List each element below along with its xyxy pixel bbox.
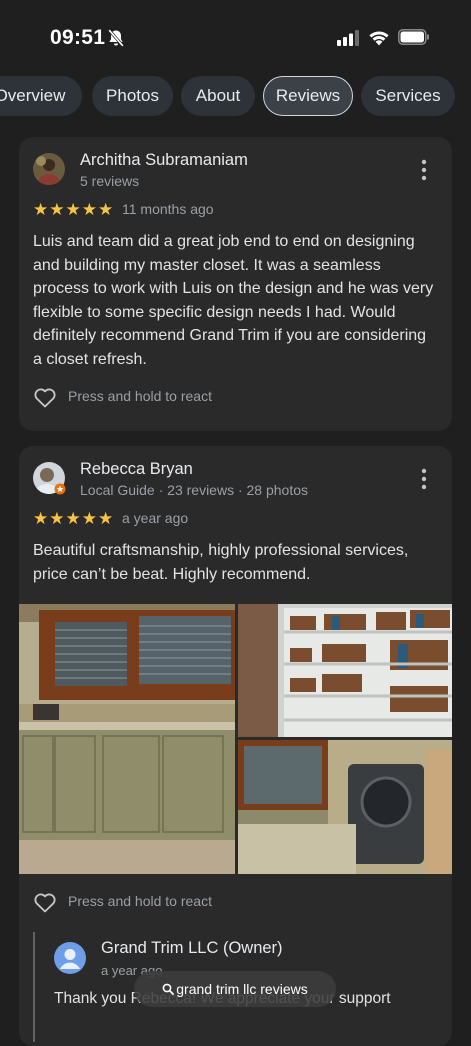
place-tabs: Overview Photos About Reviews Services	[0, 76, 471, 118]
owner-avatar-icon	[54, 942, 86, 974]
react-button[interactable]: Press and hold to react	[33, 890, 253, 916]
review-photo[interactable]	[238, 604, 452, 737]
review-card: Architha Subramaniam 5 reviews ★★★★★ 11 …	[19, 137, 452, 431]
search-icon	[162, 983, 175, 995]
react-label: Press and hold to react	[68, 388, 212, 404]
reply-divider	[33, 932, 35, 1042]
reviewer-meta: Local Guide · 23 reviews · 28 photos	[80, 482, 309, 498]
more-vert-icon[interactable]	[421, 468, 427, 490]
reviewer-name[interactable]: Architha Subramaniam	[80, 151, 248, 170]
owner-name: Grand Trim LLC (Owner)	[101, 939, 283, 957]
signal-icon	[337, 30, 359, 46]
react-button[interactable]: Press and hold to react	[33, 385, 253, 411]
star-rating: ★★★★★	[33, 509, 115, 528]
status-time: 09:51	[50, 26, 106, 49]
review-photo[interactable]	[238, 740, 452, 874]
tab-overview[interactable]: Overview	[0, 76, 82, 116]
react-label: Press and hold to react	[68, 893, 212, 909]
wifi-icon	[369, 31, 389, 46]
review-photo[interactable]	[19, 604, 235, 874]
star-rating: ★★★★★	[33, 200, 115, 219]
review-date: 11 months ago	[122, 201, 214, 217]
reviewer-meta: 5 reviews	[80, 173, 140, 189]
tab-reviews[interactable]: Reviews	[263, 76, 353, 116]
more-vert-icon[interactable]	[421, 159, 427, 181]
avatar[interactable]	[33, 153, 65, 185]
bell-off-icon	[107, 29, 125, 47]
review-card: Rebecca Bryan Local Guide · 23 reviews ·…	[19, 446, 452, 1046]
review-text: Beautiful craftsmanship, highly professi…	[33, 542, 409, 583]
tab-services[interactable]: Services	[361, 76, 455, 116]
heart-outline-icon	[34, 388, 56, 408]
search-pill-label: grand trim llc reviews	[176, 981, 308, 997]
heart-outline-icon	[34, 893, 56, 913]
status-bar: 09:51	[0, 0, 471, 72]
local-guide-badge-icon	[54, 483, 66, 495]
tab-photos[interactable]: Photos	[92, 76, 173, 116]
battery-icon	[398, 29, 429, 45]
tab-about[interactable]: About	[181, 76, 255, 116]
reviewer-name[interactable]: Rebecca Bryan	[80, 460, 193, 479]
search-pill[interactable]: grand trim llc reviews	[134, 971, 336, 1007]
review-date: a year ago	[122, 510, 189, 526]
review-text: Luis and team did a great job end to end…	[33, 233, 434, 368]
